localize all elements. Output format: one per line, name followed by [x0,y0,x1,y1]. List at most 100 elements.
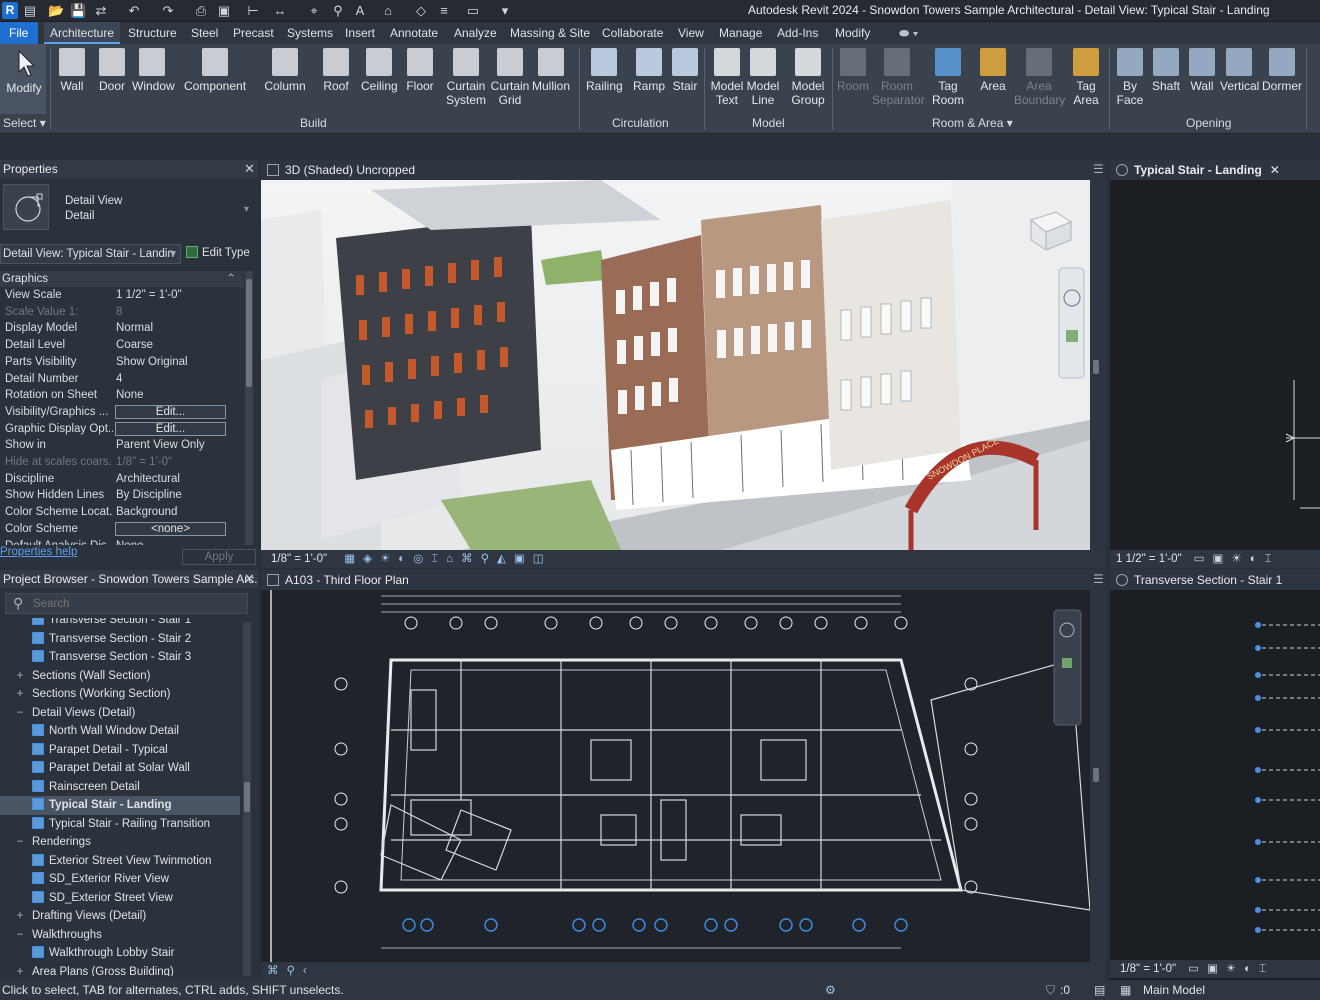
level-head[interactable] [1255,839,1261,845]
property-edit-button[interactable]: Edit... [115,404,226,419]
property-row[interactable]: View Scale 1 1/2" = 1'-0" [0,287,244,304]
select-dropdown[interactable]: Select ▾ [3,116,46,130]
browser-item[interactable]: Transverse Section - Stair 1 [0,618,240,630]
tool-shaft[interactable]: Shaft [1150,48,1182,93]
property-row[interactable]: Detail Number 4 [0,371,244,388]
tool-mullion[interactable]: Mullion [530,48,572,93]
expand-icon[interactable]: + [14,963,26,977]
view-control-icons[interactable]: ▦◈☀◐◎⌶⌂⌘⚲◭▣◫ [344,553,551,565]
search-box[interactable]: ⚲ [5,593,248,614]
scroll-thumb[interactable] [1093,360,1099,374]
level-head[interactable] [1255,695,1261,701]
property-row[interactable]: Color Scheme <none> [0,521,244,538]
export-icon[interactable]: ▣ [216,3,232,18]
tag-all-icon[interactable]: ⚲ [330,3,346,18]
tab-file[interactable]: File [0,22,38,44]
level-head[interactable] [1255,767,1261,773]
measure-icon[interactable]: ⊢ [245,3,261,18]
section-icon[interactable]: ◇ [413,3,429,18]
tool-by-face[interactable]: By Face [1114,48,1146,107]
tag-icon[interactable]: ⌖ [306,3,322,18]
properties-help-link[interactable]: Properties help [0,546,77,558]
tool-column[interactable]: Column [264,48,306,93]
browser-item[interactable]: SD_Exterior Street View [0,889,240,908]
tool-door[interactable]: Door [98,48,126,93]
property-row[interactable]: Visibility/Graphics ... Edit... [0,404,244,421]
browser-item[interactable]: + Sections (Wall Section) [0,667,240,686]
level-head[interactable] [1255,622,1261,628]
property-row[interactable]: Color Scheme Locat... Background [0,504,244,521]
property-row[interactable]: Hide at scales coars... 1/8" = 1'-0" [0,454,244,471]
browser-item[interactable]: Parapet Detail - Typical [0,741,240,760]
model-icon[interactable]: ▦ [1120,980,1131,1000]
customize-icon[interactable]: ▾ [497,3,513,18]
browser-item[interactable]: + Sections (Working Section) [0,685,240,704]
graphics-section-header[interactable]: Graphics ⌃ [0,271,244,287]
dimension-icon[interactable]: ↔ [272,3,288,18]
tab-structure[interactable]: Structure [122,22,183,44]
property-row[interactable]: Scale Value 1: 8 [0,304,244,321]
tool-tag-room[interactable]: Tag Room [930,48,966,107]
close-icon[interactable]: ✕ [244,161,255,177]
property-row[interactable]: Show in Parent View Only [0,437,244,454]
property-edit-button[interactable]: <none> [115,521,226,536]
tab-insert[interactable]: Insert [339,22,381,44]
property-row[interactable]: Default Analysis Dis...None [0,538,244,546]
sync-icon[interactable]: ⇄ [93,3,109,18]
zoom-icon[interactable] [1062,658,1072,668]
collapse-icon[interactable]: − [14,704,26,723]
browser-item[interactable]: Transverse Section - Stair 2 [0,630,240,649]
floor-plan-tab[interactable]: A103 - Third Floor Plan [261,570,1106,590]
browser-item[interactable]: Rainscreen Detail [0,778,240,797]
property-row[interactable]: Show Hidden Lines By Discipline [0,487,244,504]
view-3d-scale[interactable]: 1/8" = 1'-0" [271,553,327,565]
revit-logo[interactable]: R [2,2,18,19]
search-input[interactable] [33,596,233,612]
tool-window[interactable]: Window [132,48,175,93]
tab-massing-site[interactable]: Massing & Site [504,22,596,44]
navigation-bar[interactable] [1058,267,1085,379]
tool-railing[interactable]: Railing [586,48,623,93]
section-scale[interactable]: 1/8" = 1'-0" [1120,963,1176,975]
scroll-thumb[interactable] [1093,768,1099,782]
thin-lines-icon[interactable]: ≡ [436,3,452,18]
open-icon[interactable]: 📂 [48,3,64,18]
tab-add-ins[interactable]: Add-Ins [771,22,824,44]
browser-item[interactable]: Parapet Detail at Solar Wall [0,759,240,778]
browser-item[interactable]: + Drafting Views (Detail) [0,907,240,926]
tool-model-group[interactable]: Model Group [788,48,828,107]
tab-modify[interactable]: Modify [829,22,876,44]
property-row[interactable]: Parts Visibility Show Original [0,354,244,371]
floor-plan-drawing[interactable] [261,590,1090,962]
browser-item[interactable]: North Wall Window Detail [0,722,240,741]
view-3d-vscroll[interactable] [1092,180,1100,550]
view-control-icons[interactable]: ⌘⚲‹ [267,965,315,977]
browser-item[interactable]: − Renderings [0,833,240,852]
view-control-icons[interactable]: ▭▣☀◐⌶ [1194,553,1280,565]
section-window[interactable]: Transverse Section - Stair 1 1/8" = 1'-0… [1110,570,1320,982]
close-icon[interactable]: ✕ [1270,163,1280,177]
tool-curtain-grid[interactable]: Curtain Grid [490,48,530,107]
tool-area-boundary[interactable]: Area Boundary [1014,48,1065,107]
tab-steel[interactable]: Steel [185,22,224,44]
tool-model-text[interactable]: Model Text [710,48,744,107]
tool-area[interactable]: Area [976,48,1010,93]
browser-item[interactable]: Exterior Street View Twinmotion [0,852,240,871]
property-row[interactable]: Graphic Display Opt... Edit... [0,421,244,438]
text-icon[interactable]: A [352,3,368,18]
tool-stair[interactable]: Stair [670,48,700,93]
save-icon[interactable]: 💾 [70,3,86,18]
tool-room[interactable]: Room [836,48,870,93]
section-drawing[interactable] [1110,590,1320,960]
default-3d-icon[interactable]: ⌂ [380,3,396,18]
browser-item[interactable]: Transverse Section - Stair 3 [0,648,240,667]
view-toggle-icon[interactable]: ⬬ ▾ [893,22,924,44]
browser-item[interactable]: Typical Stair - Railing Transition [0,815,240,834]
level-head[interactable] [1255,672,1261,678]
level-head[interactable] [1255,645,1261,651]
level-head[interactable] [1255,727,1261,733]
property-row[interactable]: Discipline Architectural [0,471,244,488]
instance-selector[interactable]: Detail View: Typical Stair - Landin ▾ [0,244,181,264]
stair-detail-tab[interactable]: Typical Stair - Landing ✕ [1110,160,1320,180]
browser-item[interactable]: − Walkthroughs [0,926,240,945]
